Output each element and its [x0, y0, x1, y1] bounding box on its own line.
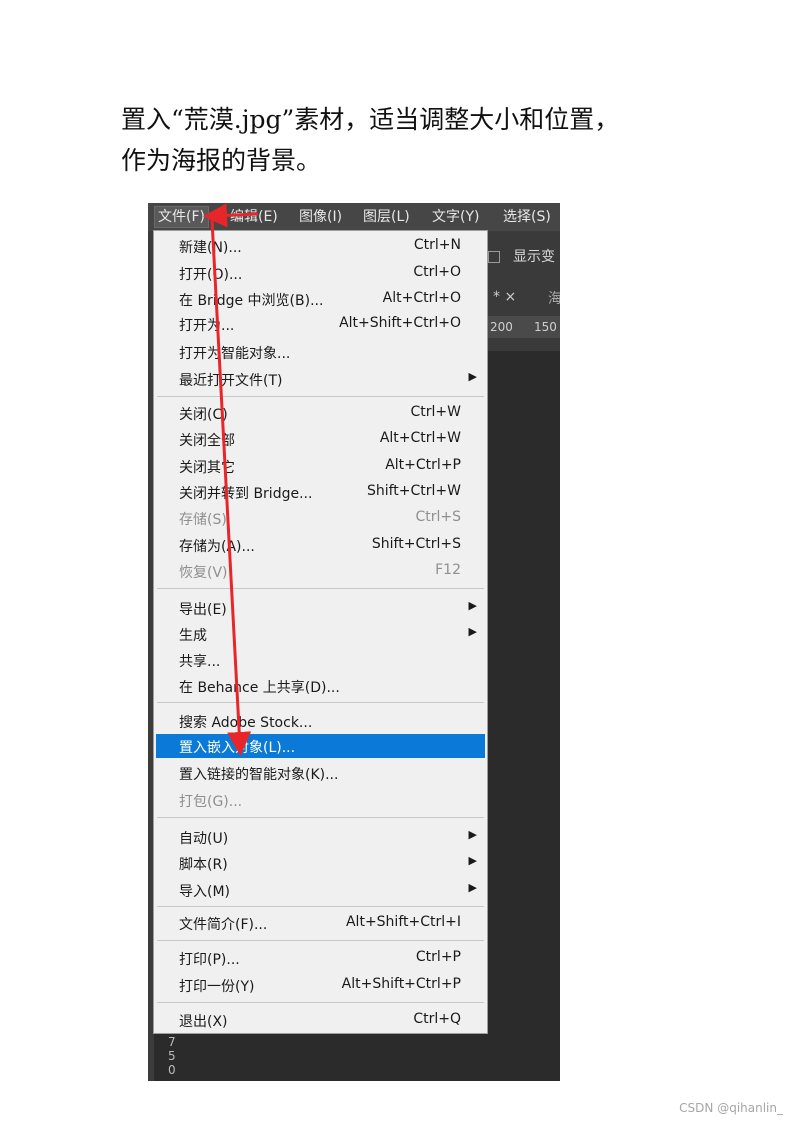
menu-item-new[interactable]: 新建(N)... Ctrl+N — [154, 234, 487, 258]
document-tab-close[interactable]: * × — [493, 289, 516, 305]
menu-separator — [157, 906, 484, 907]
menu-item-open[interactable]: 打开(O)... Ctrl+O — [154, 261, 487, 285]
menu-item-share-on-behance[interactable]: 在 Behance 上共享(D)... — [154, 674, 487, 698]
menu-item-export[interactable]: 导出(E) ▶ — [154, 596, 487, 620]
menu-item-place-linked[interactable]: 置入链接的智能对象(K)... — [154, 761, 487, 785]
menu-item-import[interactable]: 导入(M) ▶ — [154, 878, 487, 902]
menu-separator — [157, 940, 484, 941]
menu-item-print-one-copy[interactable]: 打印一份(Y) Alt+Shift+Ctrl+P — [154, 973, 487, 997]
submenu-arrow-icon: ▶ — [468, 625, 477, 638]
submenu-arrow-icon: ▶ — [468, 599, 477, 612]
menu-item-scripts[interactable]: 脚本(R) ▶ — [154, 851, 487, 875]
menu-item-browse-in-bridge[interactable]: 在 Bridge 中浏览(B)... Alt+Ctrl+O — [154, 287, 487, 311]
ruler-tick-label: 5 — [168, 1049, 176, 1063]
show-transform-label: 显示变 — [513, 249, 555, 265]
menu-separator — [157, 817, 484, 818]
ruler-tick-label: 200 — [490, 320, 513, 334]
menu-separator — [157, 396, 484, 397]
menu-item-close-others[interactable]: 关闭其它 Alt+Ctrl+P — [154, 454, 487, 478]
menu-item-revert[interactable]: 恢复(V) F12 — [154, 559, 487, 583]
menu-item-share[interactable]: 共享... — [154, 648, 487, 672]
ruler-tick-label: 7 — [168, 1035, 176, 1049]
menu-image[interactable]: 图像(I) — [299, 207, 342, 227]
menu-item-generate[interactable]: 生成 ▶ — [154, 622, 487, 646]
menu-separator — [157, 702, 484, 703]
menu-item-automate[interactable]: 自动(U) ▶ — [154, 825, 487, 849]
vertical-ruler: 7 5 0 — [148, 1031, 188, 1081]
menu-item-save[interactable]: 存储(S) Ctrl+S — [154, 506, 487, 530]
menu-item-close[interactable]: 关闭(C) Ctrl+W — [154, 401, 487, 425]
menu-layer[interactable]: 图层(L) — [363, 207, 410, 227]
submenu-arrow-icon: ▶ — [468, 854, 477, 867]
ruler-tick-label: 0 — [168, 1063, 176, 1077]
show-transform-checkbox[interactable] — [488, 251, 500, 263]
submenu-arrow-icon: ▶ — [468, 828, 477, 841]
menu-item-place-embedded[interactable]: 置入嵌入对象(L)... — [156, 734, 485, 758]
menu-item-package[interactable]: 打包(G)... — [154, 788, 487, 812]
submenu-arrow-icon: ▶ — [468, 370, 477, 383]
menu-item-save-as[interactable]: 存储为(A)... Shift+Ctrl+S — [154, 533, 487, 557]
document-tab-next[interactable]: 海 — [548, 288, 560, 308]
menu-item-exit[interactable]: 退出(X) Ctrl+Q — [154, 1008, 487, 1032]
submenu-arrow-icon: ▶ — [468, 881, 477, 894]
menu-separator — [157, 588, 484, 589]
menu-edit[interactable]: 编辑(E) — [230, 207, 278, 227]
menu-item-open-as[interactable]: 打开为... Alt+Shift+Ctrl+O — [154, 312, 487, 336]
menu-item-search-adobe-stock[interactable]: 搜索 Adobe Stock... — [154, 709, 487, 733]
file-menu-dropdown: 新建(N)... Ctrl+N 打开(O)... Ctrl+O 在 Bridge 中… — [153, 230, 488, 1034]
menu-item-close-all[interactable]: 关闭全部 Alt+Ctrl+W — [154, 427, 487, 451]
instruction-line-2: 作为海报的背景。 — [121, 146, 322, 175]
menu-item-close-and-go-to-bridge[interactable]: 关闭并转到 Bridge... Shift+Ctrl+W — [154, 480, 487, 504]
ruler-tick-label: 150 — [534, 320, 557, 334]
menu-file[interactable]: 文件(F) — [154, 206, 209, 228]
menu-item-print[interactable]: 打印(P)... Ctrl+P — [154, 946, 487, 970]
instruction-line-1: 置入“荒漠.jpg”素材，适当调整大小和位置， — [121, 105, 620, 134]
photoshop-screenshot: 文件(F) 编辑(E) 图像(I) 图层(L) 文字(Y) 选择(S) 显示变 … — [148, 203, 560, 1081]
menu-type[interactable]: 文字(Y) — [432, 207, 479, 227]
menu-select[interactable]: 选择(S) — [503, 207, 551, 227]
menu-item-open-as-smart-object[interactable]: 打开为智能对象... — [154, 340, 487, 364]
menu-bar: 文件(F) 编辑(E) 图像(I) 图层(L) 文字(Y) 选择(S) — [148, 203, 560, 231]
watermark: CSDN @qihanlin_ — [679, 1101, 783, 1115]
menu-item-file-info[interactable]: 文件简介(F)... Alt+Shift+Ctrl+I — [154, 911, 487, 935]
menu-item-open-recent[interactable]: 最近打开文件(T) ▶ — [154, 367, 487, 391]
horizontal-ruler: 200 150 — [486, 316, 560, 338]
menu-separator — [157, 1002, 484, 1003]
